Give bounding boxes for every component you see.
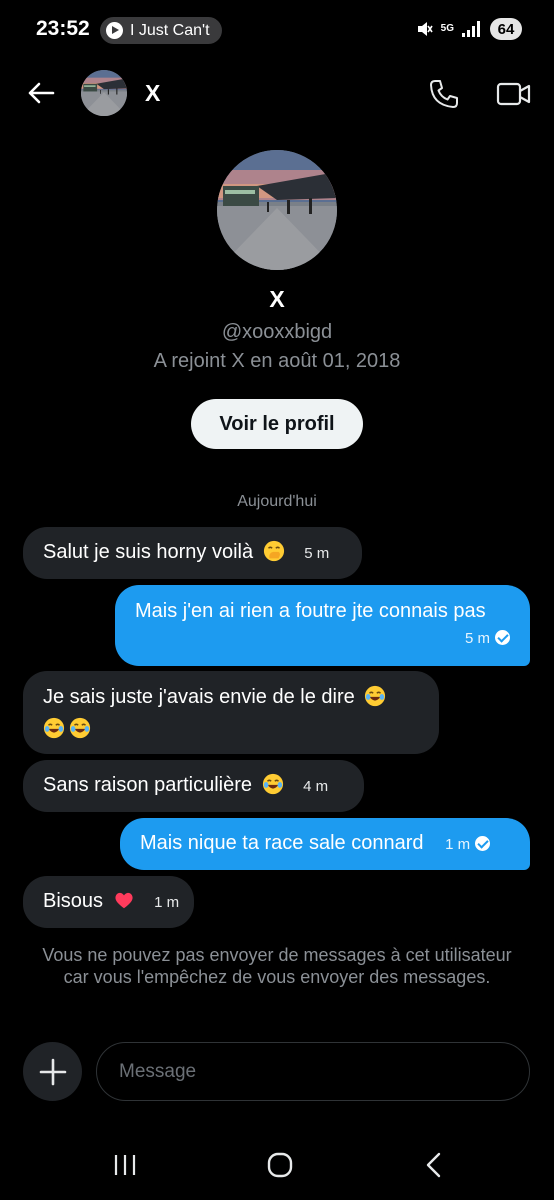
back-arrow-icon[interactable] bbox=[26, 78, 56, 108]
message-time: 5 m bbox=[304, 545, 330, 562]
nav-back-icon[interactable] bbox=[424, 1152, 444, 1178]
message-time: 1 m bbox=[445, 836, 471, 853]
tears-of-joy-emoji-icon bbox=[364, 685, 386, 707]
tears-of-joy-emoji-icon bbox=[69, 717, 91, 739]
message-bubble-incoming[interactable]: Je sais juste j'avais envie de le dire bbox=[23, 671, 439, 754]
message-text: Je sais juste j'avais envie de le dire bbox=[43, 686, 355, 708]
message-meta: 1 m bbox=[445, 836, 491, 853]
message-text: Salut je suis horny voilà bbox=[43, 541, 254, 563]
read-check-icon bbox=[495, 630, 510, 645]
media-playing-pill[interactable]: I Just Can't bbox=[100, 17, 222, 44]
message-bubble-incoming[interactable]: Salut je suis horny voilà 5 m bbox=[23, 527, 362, 579]
home-icon[interactable] bbox=[267, 1152, 293, 1178]
message-meta: 5 m bbox=[465, 624, 510, 653]
message-text: Mais nique ta race sale connard bbox=[140, 832, 424, 854]
phone-icon[interactable] bbox=[428, 78, 460, 110]
play-icon bbox=[106, 22, 123, 39]
status-time: 23:52 bbox=[36, 17, 90, 40]
message-bubble-outgoing[interactable]: Mais j'en ai rien a foutre jte connais p… bbox=[115, 585, 530, 666]
message-bubble-outgoing[interactable]: Mais nique ta race sale connard 1 m bbox=[120, 818, 530, 870]
video-icon[interactable] bbox=[496, 79, 532, 109]
message-input[interactable] bbox=[96, 1042, 530, 1101]
message-bubble-incoming[interactable]: Bisous 1 m bbox=[23, 876, 194, 928]
header-avatar[interactable] bbox=[81, 70, 127, 116]
profile-joined-date: A rejoint X en août 01, 2018 bbox=[153, 350, 401, 372]
message-text: Mais j'en ai rien a foutre jte connais p… bbox=[135, 600, 486, 622]
conversation-header: X bbox=[0, 62, 554, 126]
plus-icon bbox=[39, 1058, 66, 1085]
signal-icon bbox=[462, 21, 480, 37]
media-title: I Just Can't bbox=[130, 21, 210, 39]
system-navigation-bar bbox=[0, 1130, 554, 1200]
status-bar: 23:52 I Just Can't 5G 64 bbox=[0, 0, 554, 60]
view-profile-button[interactable]: Voir le profil bbox=[191, 399, 363, 449]
message-time: 4 m bbox=[303, 778, 329, 795]
message-text: Sans raison particulière bbox=[43, 774, 252, 796]
battery-indicator: 64 bbox=[490, 18, 522, 40]
read-check-icon bbox=[475, 836, 491, 851]
recent-apps-icon[interactable] bbox=[112, 1154, 138, 1176]
emoji-row bbox=[43, 715, 419, 744]
tears-of-joy-emoji-icon bbox=[262, 773, 284, 795]
hand-over-mouth-emoji-icon bbox=[263, 540, 285, 562]
mute-icon bbox=[417, 22, 433, 36]
message-text: Bisous bbox=[43, 890, 104, 912]
header-username[interactable]: X bbox=[145, 80, 160, 107]
message-bubble-incoming[interactable]: Sans raison particulière 4 m bbox=[23, 760, 364, 812]
red-heart-emoji-icon bbox=[113, 889, 135, 911]
blocked-notice: Vous ne pouvez pas envoyer de messages à… bbox=[42, 945, 512, 987]
tears-of-joy-emoji-icon bbox=[43, 717, 65, 739]
status-indicators: 5G 64 bbox=[417, 18, 522, 40]
message-time: 5 m bbox=[464, 630, 490, 647]
profile-avatar[interactable] bbox=[217, 150, 337, 270]
message-time: 1 m bbox=[154, 894, 180, 911]
network-type: 5G bbox=[440, 23, 454, 34]
add-attachment-button[interactable] bbox=[23, 1042, 82, 1101]
date-separator: Aujourd'hui bbox=[237, 493, 317, 510]
profile-handle: @xooxxbigd bbox=[221, 321, 333, 343]
profile-name: X bbox=[269, 286, 285, 312]
